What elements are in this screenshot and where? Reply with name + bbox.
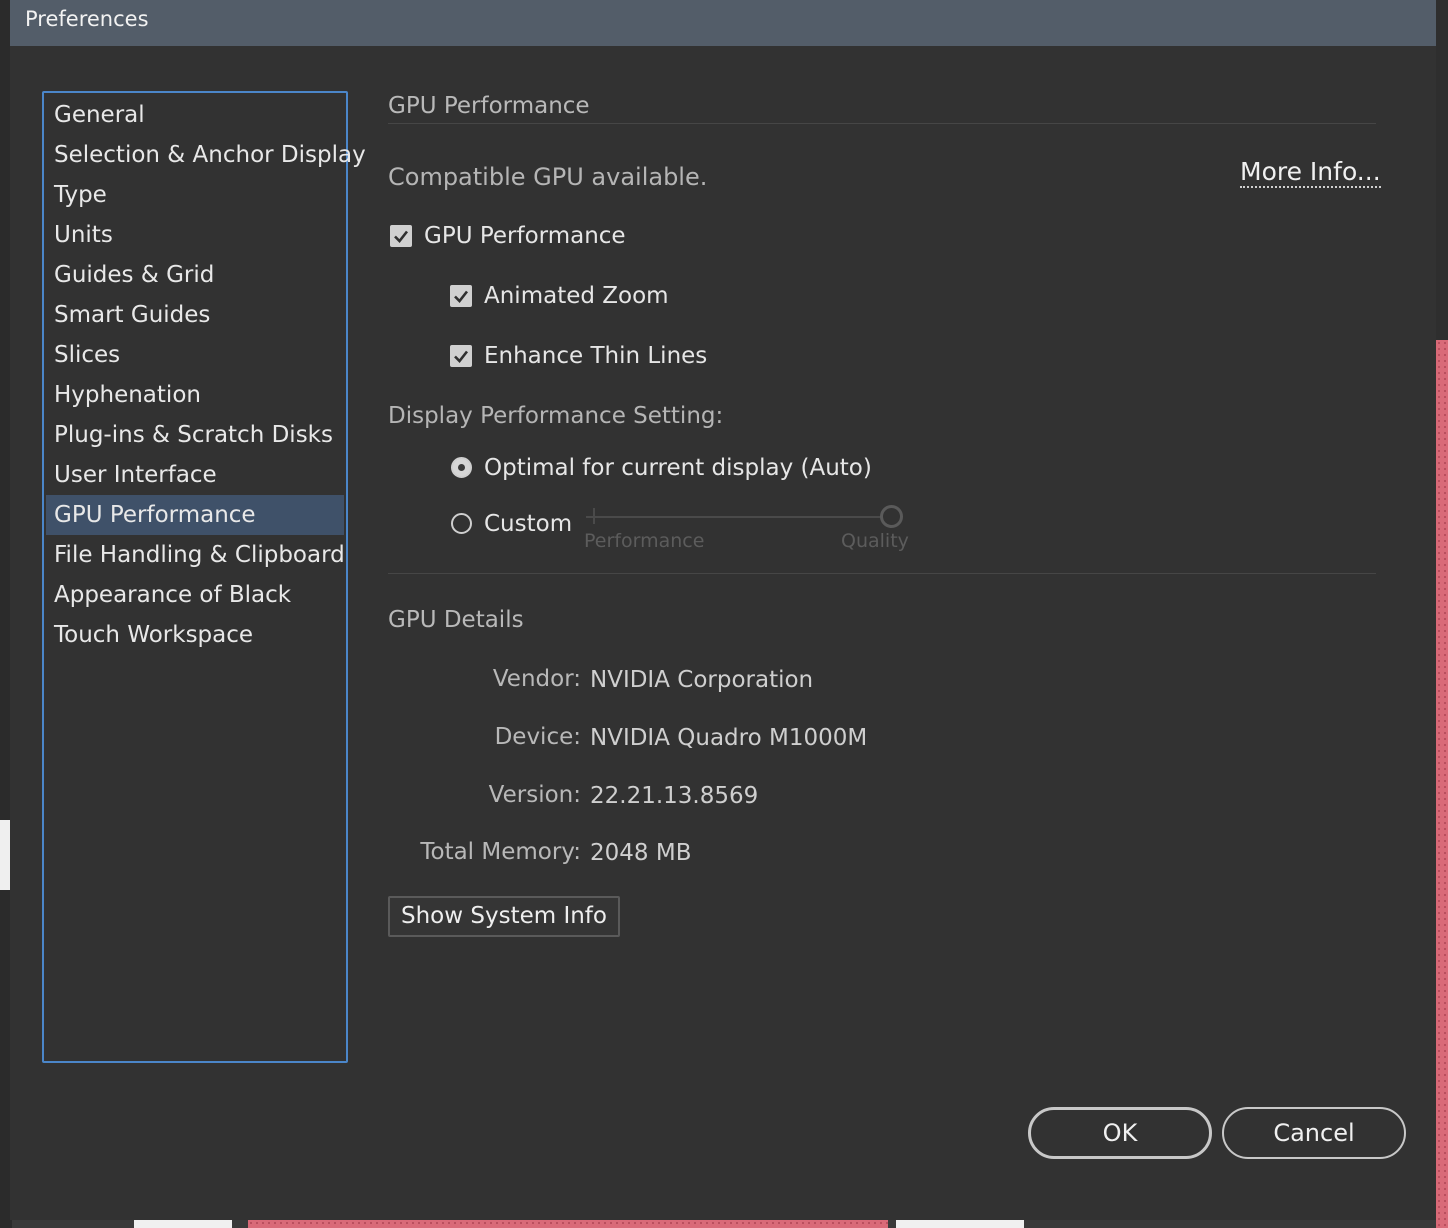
preferences-dialog: Preferences General Selection & Anchor D… — [10, 0, 1436, 1220]
sidebar-item-type[interactable]: Type — [46, 175, 344, 215]
vendor-label: Vendor: — [492, 666, 581, 692]
checkmark-icon — [454, 350, 469, 363]
performance-quality-slider-track — [586, 516, 882, 518]
gpu-performance-checkbox[interactable] — [390, 225, 412, 247]
version-value: 22.21.13.8569 — [590, 783, 759, 809]
auto-display-label[interactable]: Optimal for current display (Auto) — [484, 455, 872, 481]
more-info-link[interactable]: More Info... — [1240, 158, 1381, 188]
checkmark-icon — [394, 230, 409, 243]
ok-button[interactable]: OK — [1028, 1107, 1212, 1159]
sidebar-item-user-interface[interactable]: User Interface — [46, 455, 344, 495]
sidebar-item-plugins-scratch-disks[interactable]: Plug-ins & Scratch Disks — [46, 415, 344, 455]
background-artboard-bottom — [248, 1220, 888, 1228]
performance-quality-slider-thumb — [880, 505, 903, 528]
cancel-button[interactable]: Cancel — [1222, 1107, 1406, 1159]
enhance-thin-lines-checkbox[interactable] — [450, 345, 472, 367]
background-strip — [896, 1220, 1024, 1228]
dialog-title: Preferences — [25, 7, 149, 31]
sidebar-item-general[interactable]: General — [46, 95, 344, 135]
vendor-value: NVIDIA Corporation — [590, 667, 814, 693]
sidebar-item-appearance-of-black[interactable]: Appearance of Black — [46, 575, 344, 615]
total-memory-label: Total Memory: — [420, 839, 581, 865]
custom-label[interactable]: Custom — [484, 511, 572, 537]
gpu-status-text: Compatible GPU available. — [388, 163, 708, 191]
sidebar-item-units[interactable]: Units — [46, 215, 344, 255]
background-artboard-right — [1436, 340, 1448, 1228]
sidebar-item-selection-anchor-display[interactable]: Selection & Anchor Display — [46, 135, 366, 175]
animated-zoom-checkbox[interactable] — [450, 285, 472, 307]
slider-max-label: Quality — [841, 530, 909, 552]
slider-min-label: Performance — [584, 530, 705, 552]
gpu-performance-label[interactable]: GPU Performance — [424, 223, 626, 249]
enhance-thin-lines-label[interactable]: Enhance Thin Lines — [484, 343, 707, 369]
section-title-gpu-performance: GPU Performance — [388, 93, 590, 119]
device-label: Device: — [494, 724, 581, 750]
auto-display-radio[interactable] — [451, 457, 472, 478]
section-divider — [388, 573, 1376, 574]
custom-radio[interactable] — [451, 513, 472, 534]
background-strip — [134, 1220, 232, 1228]
sidebar-item-smart-guides[interactable]: Smart Guides — [46, 295, 344, 335]
animated-zoom-label[interactable]: Animated Zoom — [484, 283, 669, 309]
section-divider — [388, 123, 1376, 124]
checkmark-icon — [454, 290, 469, 303]
sidebar-item-hyphenation[interactable]: Hyphenation — [46, 375, 344, 415]
sidebar-item-gpu-performance[interactable]: GPU Performance — [46, 495, 344, 535]
section-title-gpu-details: GPU Details — [388, 607, 524, 633]
title-bar[interactable]: Preferences — [10, 0, 1436, 46]
total-memory-value: 2048 MB — [590, 840, 692, 866]
display-performance-setting-label: Display Performance Setting: — [388, 403, 724, 429]
preferences-sidebar: General Selection & Anchor Display Type … — [42, 91, 366, 1063]
show-system-info-button[interactable]: Show System Info — [388, 896, 620, 937]
version-label: Version: — [488, 782, 581, 808]
sidebar-item-guides-grid[interactable]: Guides & Grid — [46, 255, 344, 295]
sidebar-item-slices[interactable]: Slices — [46, 335, 344, 375]
device-value: NVIDIA Quadro M1000M — [590, 725, 868, 751]
sidebar-item-file-handling-clipboard[interactable]: File Handling & Clipboard — [46, 535, 345, 575]
slider-tick — [586, 516, 602, 518]
sidebar-item-touch-workspace[interactable]: Touch Workspace — [46, 615, 344, 655]
